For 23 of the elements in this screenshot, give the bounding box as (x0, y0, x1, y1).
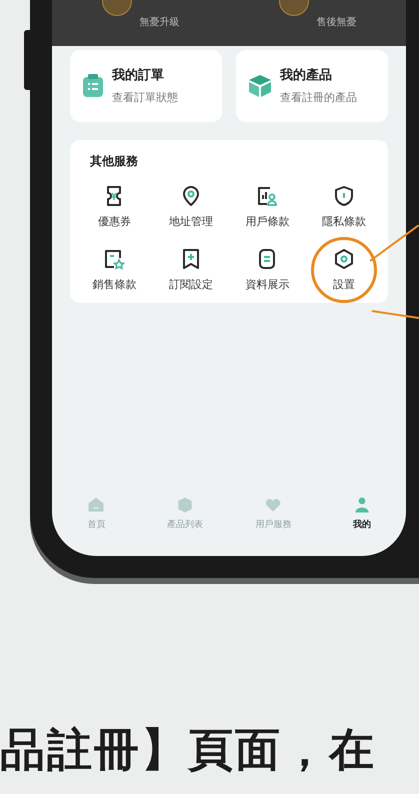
chart-user-icon (255, 184, 280, 208)
card-subtitle: 查看訂單狀態 (112, 90, 178, 106)
card-subtitle: 查看註冊的產品 (280, 90, 357, 106)
clipboard-icon (82, 74, 104, 98)
cube-icon (248, 74, 272, 98)
section-title: 其他服務 (89, 153, 139, 170)
header-label: 無憂升級 (140, 16, 180, 30)
tab-bar-item[interactable]: 我的 (326, 494, 397, 532)
service-item[interactable]: 隱私條款 (322, 184, 366, 230)
service-item[interactable]: 銷售條款 (92, 246, 136, 293)
service-item[interactable]: 用戶條款 (245, 184, 290, 230)
service-item[interactable]: 優惠券 (98, 184, 131, 230)
shortcut-card[interactable]: 我的訂單 查看訂單狀態 (70, 50, 222, 122)
header-label: 售後無憂 (316, 16, 356, 30)
shortcut-card[interactable]: 我的產品 查看註冊的產品 (236, 50, 388, 122)
service-item[interactable]: 訂閱設定 (168, 246, 213, 293)
home-icon (86, 494, 106, 514)
service-item[interactable]: 資料展示 (245, 246, 290, 293)
card-title: 我的訂單 (112, 67, 165, 85)
caption-text: 品註冊】頁面，在 (0, 722, 377, 778)
service-item[interactable]: 地址管理 (168, 184, 213, 230)
service-item[interactable]: 設置 (332, 246, 356, 293)
card-title: 我的產品 (280, 67, 333, 85)
